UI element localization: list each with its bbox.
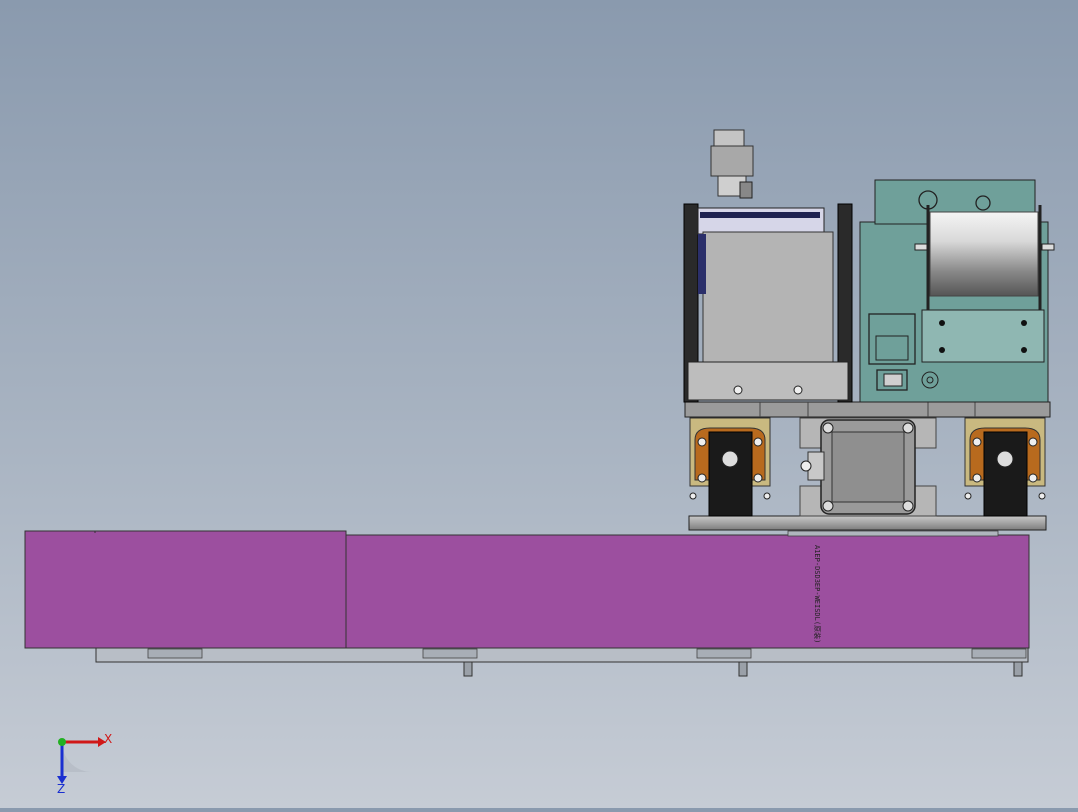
triad-plane	[62, 742, 92, 772]
cable-drum	[914, 205, 1055, 310]
coordinate-triad: X Z	[40, 720, 130, 796]
x-axis-label: X	[104, 732, 112, 746]
linear-rail[interactable]: A1EP-DSD3EP-WEISDL(原装)	[24, 530, 1030, 649]
guide-block-right	[964, 417, 1046, 517]
z-axis-label: Z	[57, 782, 65, 795]
y-axis-dot-icon	[58, 738, 66, 746]
cad-viewport[interactable]: A1EP-DSD3EP-WEISDL(原装)	[0, 0, 1078, 808]
guide-block-left	[689, 417, 771, 517]
carriage-plate	[688, 515, 1047, 531]
rail-label: A1EP-DSD3EP-WEISDL(原装)	[813, 545, 822, 643]
assembly-drawing[interactable]: A1EP-DSD3EP-WEISDL(原装)	[0, 0, 1078, 808]
upper-plate	[684, 401, 1051, 418]
encoder-connector	[710, 129, 754, 199]
drive-motor[interactable]	[799, 417, 937, 517]
mounting-bolts	[463, 661, 1023, 677]
left-frame	[683, 203, 853, 403]
base-plate	[95, 647, 1029, 663]
